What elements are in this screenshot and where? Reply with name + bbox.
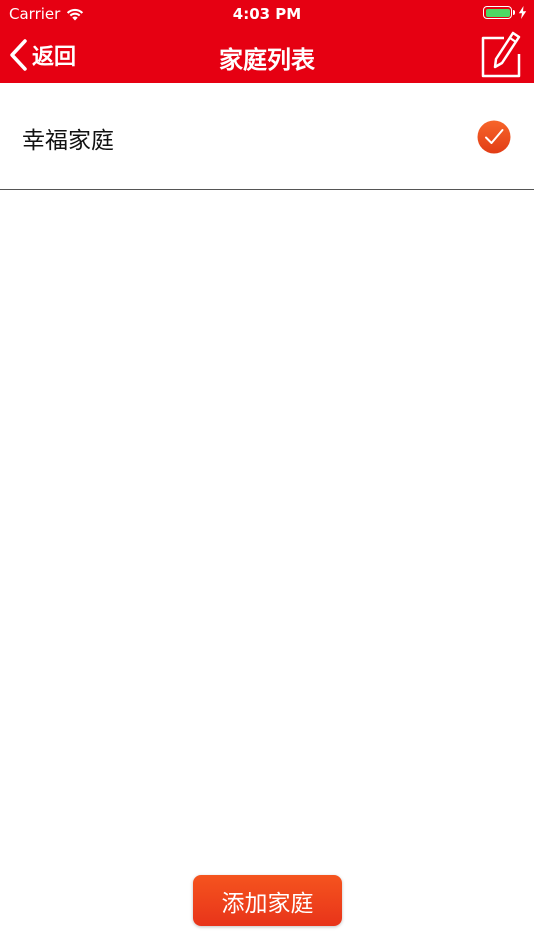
- battery-group: [483, 6, 527, 19]
- add-family-button[interactable]: 添加家庭: [193, 875, 342, 926]
- navigation-bar: 返回 家庭列表: [0, 28, 534, 83]
- charging-bolt-icon: [518, 6, 527, 19]
- status-time: 4:03 PM: [232, 5, 302, 23]
- header: Carrier 4:03 PM 返回 家庭列表: [0, 0, 534, 83]
- family-list-screen: Carrier 4:03 PM 返回 家庭列表 幸福家庭 添加家庭: [0, 0, 534, 950]
- family-name: 幸福家庭: [22, 128, 114, 154]
- battery-icon: [483, 6, 515, 19]
- edit-button[interactable]: [476, 30, 522, 80]
- page-title: 家庭列表: [219, 46, 315, 74]
- check-circle-icon: [477, 120, 511, 154]
- edit-pencil-icon: [481, 31, 521, 78]
- family-list-item[interactable]: 幸福家庭: [0, 83, 534, 190]
- status-bar: Carrier 4:03 PM: [0, 0, 534, 28]
